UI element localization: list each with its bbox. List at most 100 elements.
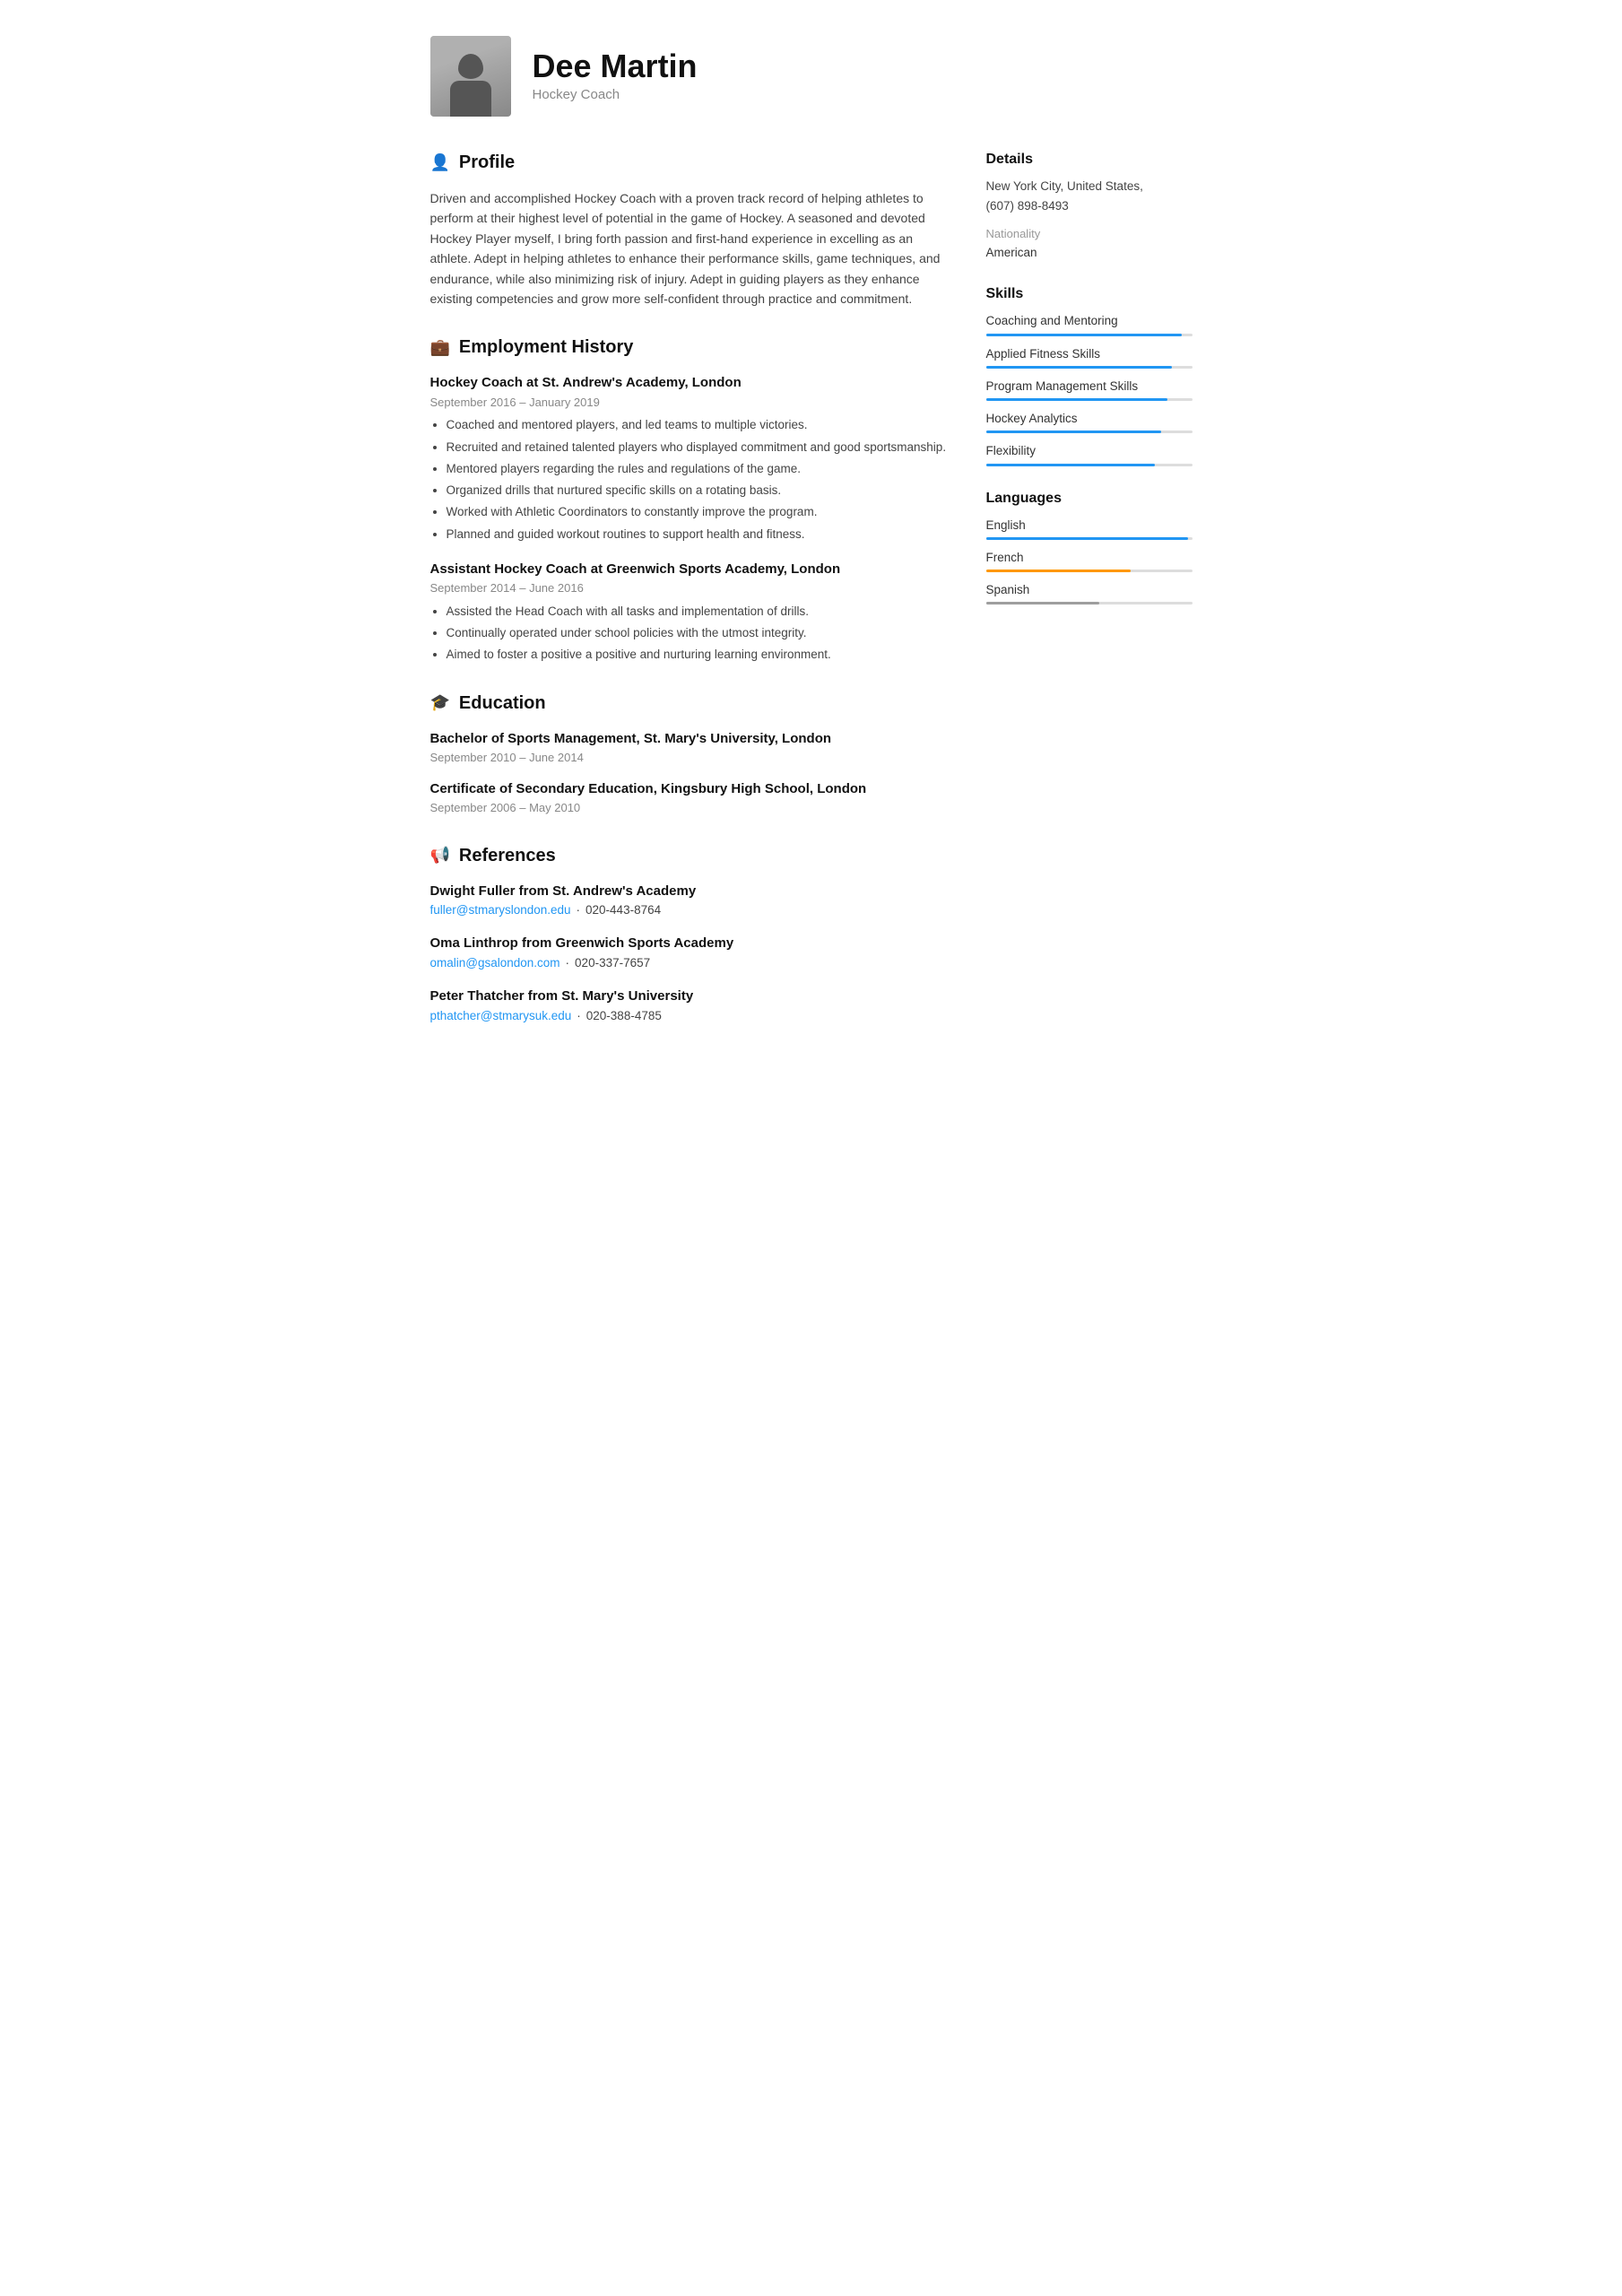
ref-contact: pthatcher@stmarysuk.edu · 020-388-4785 — [430, 1007, 950, 1025]
lang-name: French — [986, 549, 1193, 567]
ref-contact: omalin@gsalondon.com · 020-337-7657 — [430, 954, 950, 972]
list-item: Organized drills that nurtured specific … — [447, 482, 950, 500]
job-item: Assistant Hockey Coach at Greenwich Spor… — [430, 560, 950, 665]
ref-email[interactable]: pthatcher@stmarysuk.edu — [430, 1007, 572, 1025]
lang-bar-bg — [986, 537, 1193, 540]
education-icon: 🎓 — [430, 691, 450, 715]
skill-name: Coaching and Mentoring — [986, 312, 1193, 330]
edu-title: Bachelor of Sports Management, St. Mary'… — [430, 729, 950, 750]
detail-address: New York City, United States, — [986, 178, 1193, 196]
avatar — [430, 36, 511, 117]
details-section-title: Details — [986, 149, 1193, 170]
skill-name: Hockey Analytics — [986, 410, 1193, 428]
profile-icon: 👤 — [430, 151, 450, 175]
ref-phone: 020-337-7657 — [575, 954, 650, 972]
skill-bar-bg — [986, 430, 1193, 433]
lang-bar-bg — [986, 602, 1193, 604]
list-item: Continually operated under school polici… — [447, 624, 950, 642]
resume-page: Dee Martin Hockey Coach 👤 Profile Driven… — [386, 0, 1237, 1086]
jobs-container: Hockey Coach at St. Andrew's Academy, Lo… — [430, 373, 950, 664]
skill-item: Hockey Analytics — [986, 410, 1193, 433]
skill-item: Applied Fitness Skills — [986, 345, 1193, 369]
job-dates: September 2016 – January 2019 — [430, 394, 950, 412]
lang-item: French — [986, 549, 1193, 572]
employment-section: 💼 Employment History Hockey Coach at St.… — [430, 334, 950, 664]
job-title: Assistant Hockey Coach at Greenwich Spor… — [430, 560, 950, 580]
skill-item: Program Management Skills — [986, 378, 1193, 401]
education-section: 🎓 Education Bachelor of Sports Managemen… — [430, 690, 950, 817]
lang-item: Spanish — [986, 581, 1193, 604]
edu-dates: September 2006 – May 2010 — [430, 799, 950, 817]
ref-name: Oma Linthrop from Greenwich Sports Acade… — [430, 934, 950, 954]
detail-nationality-label: Nationality — [986, 225, 1193, 243]
job-dates: September 2014 – June 2016 — [430, 579, 950, 597]
languages-container: English French Spanish — [986, 517, 1193, 605]
header: Dee Martin Hockey Coach — [430, 36, 1193, 117]
skill-bar-fill — [986, 430, 1162, 433]
right-column: Details New York City, United States, (6… — [986, 149, 1193, 626]
ref-separator: · — [577, 901, 581, 919]
header-info: Dee Martin Hockey Coach — [533, 47, 698, 106]
ref-item: Dwight Fuller from St. Andrew's Academy … — [430, 882, 950, 920]
edu-container: Bachelor of Sports Management, St. Mary'… — [430, 729, 950, 817]
lang-name: English — [986, 517, 1193, 535]
lang-item: English — [986, 517, 1193, 540]
skill-bar-fill — [986, 366, 1172, 369]
ref-separator: · — [566, 954, 570, 972]
list-item: Assisted the Head Coach with all tasks a… — [447, 603, 950, 621]
detail-nationality: American — [986, 244, 1193, 262]
list-item: Recruited and retained talented players … — [447, 439, 950, 457]
references-section: 📢 References Dwight Fuller from St. Andr… — [430, 842, 950, 1025]
ref-phone: 020-443-8764 — [585, 901, 661, 919]
skill-bar-bg — [986, 334, 1193, 336]
ref-email[interactable]: fuller@stmaryslondon.edu — [430, 901, 571, 919]
skill-item: Coaching and Mentoring — [986, 312, 1193, 335]
left-column: 👤 Profile Driven and accomplished Hockey… — [430, 149, 950, 1050]
details-section: Details New York City, United States, (6… — [986, 149, 1193, 262]
skill-bar-fill — [986, 464, 1156, 466]
main-layout: 👤 Profile Driven and accomplished Hockey… — [430, 149, 1193, 1050]
job-item: Hockey Coach at St. Andrew's Academy, Lo… — [430, 373, 950, 544]
ref-name: Dwight Fuller from St. Andrew's Academy — [430, 882, 950, 902]
list-item: Aimed to foster a positive a positive an… — [447, 646, 950, 664]
ref-item: Oma Linthrop from Greenwich Sports Acade… — [430, 934, 950, 972]
ref-item: Peter Thatcher from St. Mary's Universit… — [430, 987, 950, 1025]
employment-icon: 💼 — [430, 335, 450, 360]
profile-section-title: 👤 Profile — [430, 149, 950, 176]
skill-bar-fill — [986, 398, 1167, 401]
skill-bar-bg — [986, 464, 1193, 466]
languages-section-title: Languages — [986, 488, 1193, 509]
edu-dates: September 2010 – June 2014 — [430, 749, 950, 767]
detail-phone: (607) 898-8493 — [986, 197, 1193, 215]
skill-item: Flexibility — [986, 442, 1193, 465]
candidate-name: Dee Martin — [533, 47, 698, 85]
skill-name: Program Management Skills — [986, 378, 1193, 396]
skill-bar-bg — [986, 398, 1193, 401]
lang-name: Spanish — [986, 581, 1193, 599]
list-item: Planned and guided workout routines to s… — [447, 526, 950, 544]
list-item: Mentored players regarding the rules and… — [447, 460, 950, 478]
references-icon: 📢 — [430, 843, 450, 867]
ref-contact: fuller@stmaryslondon.edu · 020-443-8764 — [430, 901, 950, 919]
edu-title: Certificate of Secondary Education, King… — [430, 779, 950, 800]
skills-section: Skills Coaching and Mentoring Applied Fi… — [986, 283, 1193, 465]
candidate-title: Hockey Coach — [533, 85, 698, 106]
ref-name: Peter Thatcher from St. Mary's Universit… — [430, 987, 950, 1007]
lang-bar-fill — [986, 570, 1131, 572]
profile-text: Driven and accomplished Hockey Coach wit… — [430, 188, 950, 309]
references-section-title: 📢 References — [430, 842, 950, 869]
edu-item: Bachelor of Sports Management, St. Mary'… — [430, 729, 950, 767]
skill-bar-fill — [986, 334, 1183, 336]
refs-container: Dwight Fuller from St. Andrew's Academy … — [430, 882, 950, 1025]
education-section-title: 🎓 Education — [430, 690, 950, 717]
ref-separator: · — [577, 1007, 581, 1025]
skills-section-title: Skills — [986, 283, 1193, 305]
list-item: Coached and mentored players, and led te… — [447, 416, 950, 434]
lang-bar-fill — [986, 537, 1188, 540]
lang-bar-bg — [986, 570, 1193, 572]
profile-section: 👤 Profile Driven and accomplished Hockey… — [430, 149, 950, 309]
ref-email[interactable]: omalin@gsalondon.com — [430, 954, 560, 972]
skill-bar-bg — [986, 366, 1193, 369]
skill-name: Applied Fitness Skills — [986, 345, 1193, 363]
ref-phone: 020-388-4785 — [586, 1007, 662, 1025]
